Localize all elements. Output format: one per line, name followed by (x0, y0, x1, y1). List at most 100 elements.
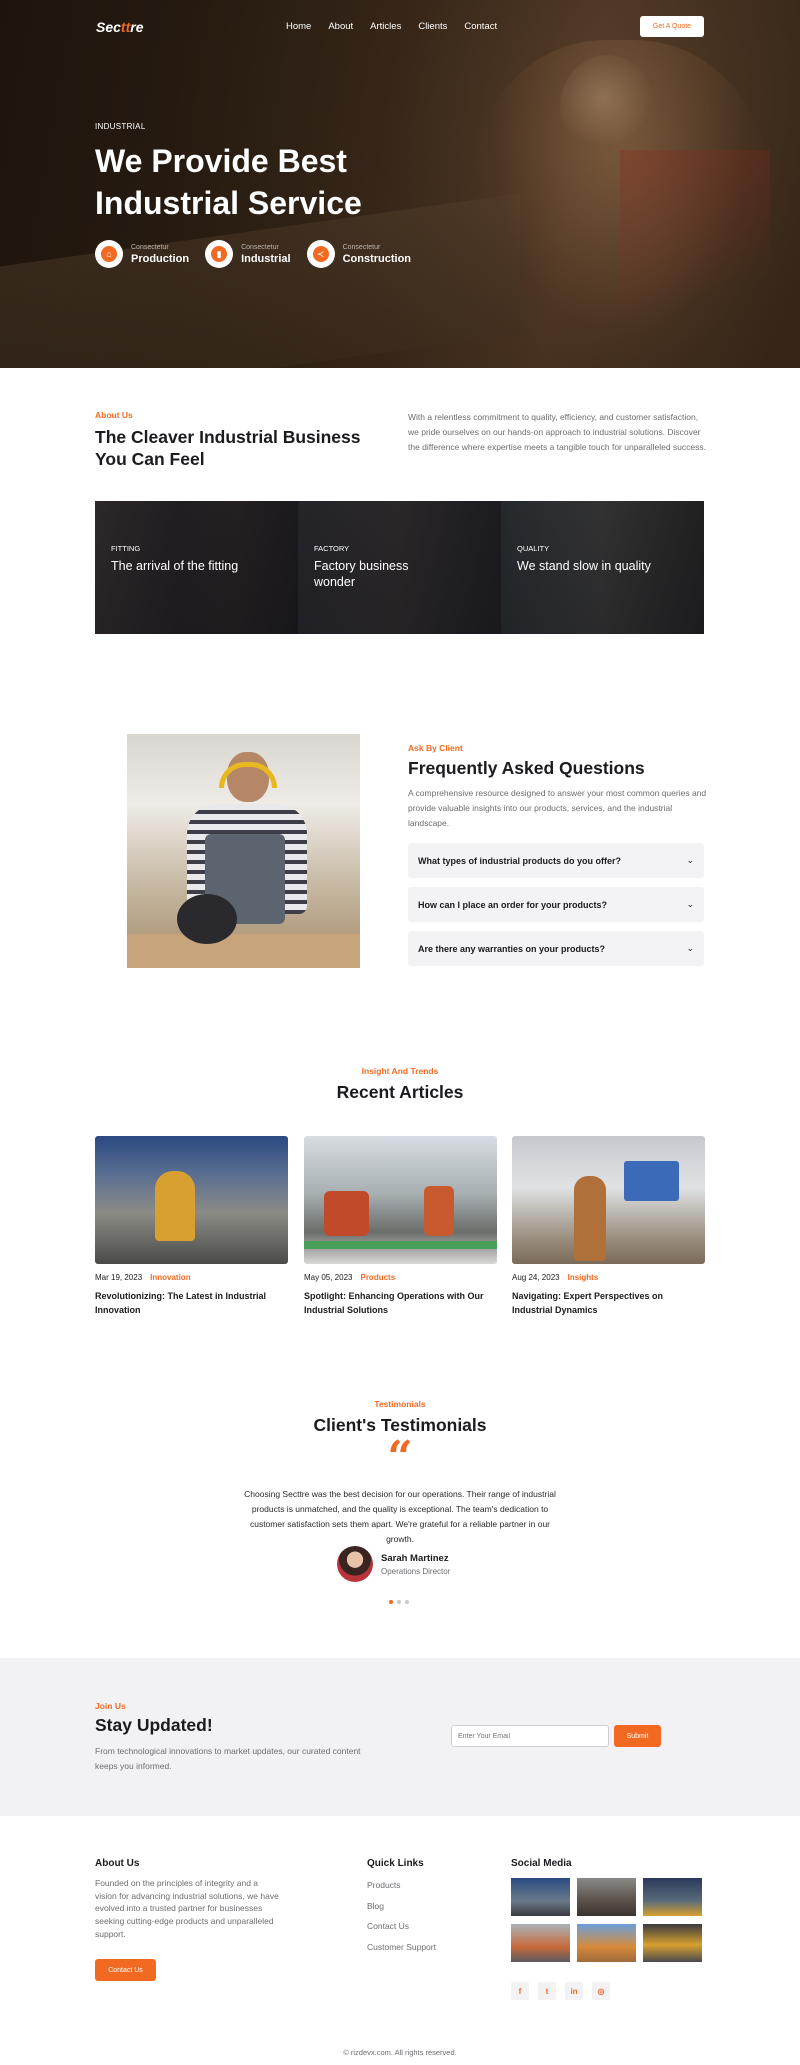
carousel-dot[interactable] (397, 1600, 401, 1604)
article-meta: May 05, 2023 Products (304, 1273, 497, 1282)
submit-button[interactable]: Submit (614, 1725, 661, 1747)
article-card[interactable]: Mar 19, 2023 Innovation Revolutionizing: … (95, 1136, 288, 1317)
author-name: Sarah Martinez (381, 1552, 449, 1564)
faq-question: Are there any warranties on your product… (418, 943, 606, 954)
chevron-down-icon: ⌄ (686, 943, 694, 953)
card-title: The arrival of the fitting (111, 559, 239, 573)
about-kicker: About Us (95, 410, 133, 420)
about-section: About Us The Cleaver Industrial Business… (0, 368, 800, 648)
article-title[interactable]: Revolutionizing: The Latest in Industria… (95, 1290, 288, 1317)
copyright: © rizdevx.com. All rights reserved. (343, 2048, 457, 2057)
article-card[interactable]: Aug 24, 2023 Insights Navigating: Expert … (512, 1136, 705, 1317)
carousel-dot[interactable] (405, 1600, 409, 1604)
article-date: May 05, 2023 (304, 1273, 353, 1282)
social-icons: f t in ◎ (511, 1982, 610, 2000)
gallery-image[interactable] (643, 1924, 702, 1962)
faq-title: Frequently Asked Questions (408, 758, 645, 778)
email-field[interactable] (451, 1725, 609, 1747)
card-factory[interactable]: FACTORY Factory business wonder (298, 501, 501, 634)
nav-link-about[interactable]: About (328, 21, 353, 32)
instagram-icon[interactable]: ◎ (592, 1982, 610, 2000)
card-title: We stand slow in quality (517, 559, 651, 573)
article-title[interactable]: Spotlight: Enhancing Operations with Our… (304, 1290, 497, 1317)
feature-sub: Consectetur (131, 243, 169, 251)
card-tag: FACTORY (314, 544, 350, 553)
newsletter-title: Stay Updated! (95, 1715, 213, 1735)
articles-kicker: Insight And Trends (361, 1066, 439, 1076)
footer-link-blog[interactable]: Blog (367, 1901, 436, 1911)
hero-worker-head (560, 55, 655, 160)
footer-link-support[interactable]: Customer Support (367, 1942, 436, 1952)
article-meta: Mar 19, 2023 Innovation (95, 1273, 288, 1282)
get-quote-button[interactable]: Get A Quote (640, 16, 704, 37)
faq-item[interactable]: Are there any warranties on your product… (408, 931, 704, 966)
articles-heading: Insight And Trends Recent Articles (0, 1066, 800, 1103)
about-title: The Cleaver Industrial Business You Can … (95, 427, 361, 469)
gallery-image[interactable] (577, 1878, 636, 1916)
article-image[interactable] (512, 1136, 705, 1264)
feature-name: Industrial (241, 252, 291, 265)
hero-kicker: INDUSTRIAL (95, 122, 146, 131)
nav-link-contact[interactable]: Contact (464, 21, 497, 32)
card-quality[interactable]: QUALITY We stand slow in quality (501, 501, 704, 634)
testimonial-text: Choosing Secttre was the best decision f… (244, 1489, 556, 1544)
carousel-dots (389, 1600, 409, 1604)
carousel-dot[interactable] (389, 1600, 393, 1604)
feature-name: Production (131, 252, 190, 265)
nav-link-articles[interactable]: Articles (370, 21, 401, 32)
newsletter-text: From technological innovations to market… (95, 1746, 361, 1771)
faq-question: What types of industrial products do you… (418, 855, 622, 866)
faq-worker-photo (127, 734, 360, 968)
linkedin-icon[interactable]: in (565, 1982, 583, 2000)
feature-construction: ≺ Consectetur Construction (306, 240, 411, 268)
about-cards: FITTING The arrival of the fitting FACTO… (95, 501, 704, 634)
feature-production: ⌂ Consectetur Production (95, 240, 189, 268)
footer: About Us Founded on the principles of in… (0, 1816, 800, 2065)
faq-text: A comprehensive resource designed to ans… (408, 788, 707, 828)
footer-about-title: About Us (95, 1858, 140, 1869)
quote-icon: “ (387, 1432, 413, 1483)
about-text: With a relentless commitment to quality,… (408, 412, 706, 452)
faq-item[interactable]: What types of industrial products do you… (408, 843, 704, 878)
hero-section: Secttre Home About Articles Clients Cont… (0, 0, 800, 368)
footer-link-products[interactable]: Products (367, 1880, 436, 1890)
logo[interactable]: Secttre (96, 19, 143, 35)
article-category[interactable]: Insights (568, 1273, 599, 1282)
gallery-image[interactable] (511, 1924, 570, 1962)
nav-menu: Home About Articles Clients Contact (286, 21, 514, 32)
feature-sub: Consectetur (342, 243, 381, 251)
feature-industrial: ▮ Consectetur Industrial (205, 240, 291, 268)
facebook-icon[interactable]: f (511, 1982, 529, 2000)
article-meta: Aug 24, 2023 Insights (512, 1273, 705, 1282)
hero-title: We Provide Best Industrial Service (95, 143, 362, 221)
contact-us-button[interactable]: Contact Us (95, 1959, 156, 1981)
gallery-image[interactable] (577, 1924, 636, 1962)
twitter-icon[interactable]: t (538, 1982, 556, 2000)
nav-link-home[interactable]: Home (286, 21, 311, 32)
hero-features: ⌂ Consectetur Production ▮ Consectetur Ind… (95, 240, 427, 268)
social-media-title: Social Media (511, 1858, 572, 1869)
newsletter-section: Join Us Stay Updated! From technological… (0, 1658, 800, 1816)
newsletter-kicker: Join Us (95, 1701, 126, 1711)
top-nav: Secttre Home About Articles Clients Cont… (0, 0, 800, 54)
article-image[interactable] (304, 1136, 497, 1264)
testimonials-kicker: Testimonials (374, 1399, 426, 1409)
chevron-down-icon: ⌄ (686, 899, 694, 909)
gallery-image[interactable] (643, 1878, 702, 1916)
article-category[interactable]: Innovation (150, 1273, 190, 1282)
article-image[interactable] (95, 1136, 288, 1264)
article-card[interactable]: May 05, 2023 Products Spotlight: Enhancin… (304, 1136, 497, 1317)
faq-item[interactable]: How can I place an order for your produc… (408, 887, 704, 922)
articles-title: Recent Articles (336, 1082, 464, 1102)
quick-links-title: Quick Links (367, 1858, 424, 1869)
gallery-image[interactable] (511, 1878, 570, 1916)
article-title[interactable]: Navigating: Expert Perspectives on Indus… (512, 1290, 705, 1317)
footer-link-contact[interactable]: Contact Us (367, 1921, 436, 1931)
testimonial-author: Sarah Martinez Operations Director (337, 1546, 450, 1582)
nav-link-clients[interactable]: Clients (418, 21, 447, 32)
card-tag: QUALITY (517, 544, 550, 553)
article-category[interactable]: Products (360, 1273, 395, 1282)
faq-question: How can I place an order for your produc… (418, 899, 608, 910)
card-fitting[interactable]: FITTING The arrival of the fitting (95, 501, 298, 634)
avatar (337, 1546, 373, 1582)
